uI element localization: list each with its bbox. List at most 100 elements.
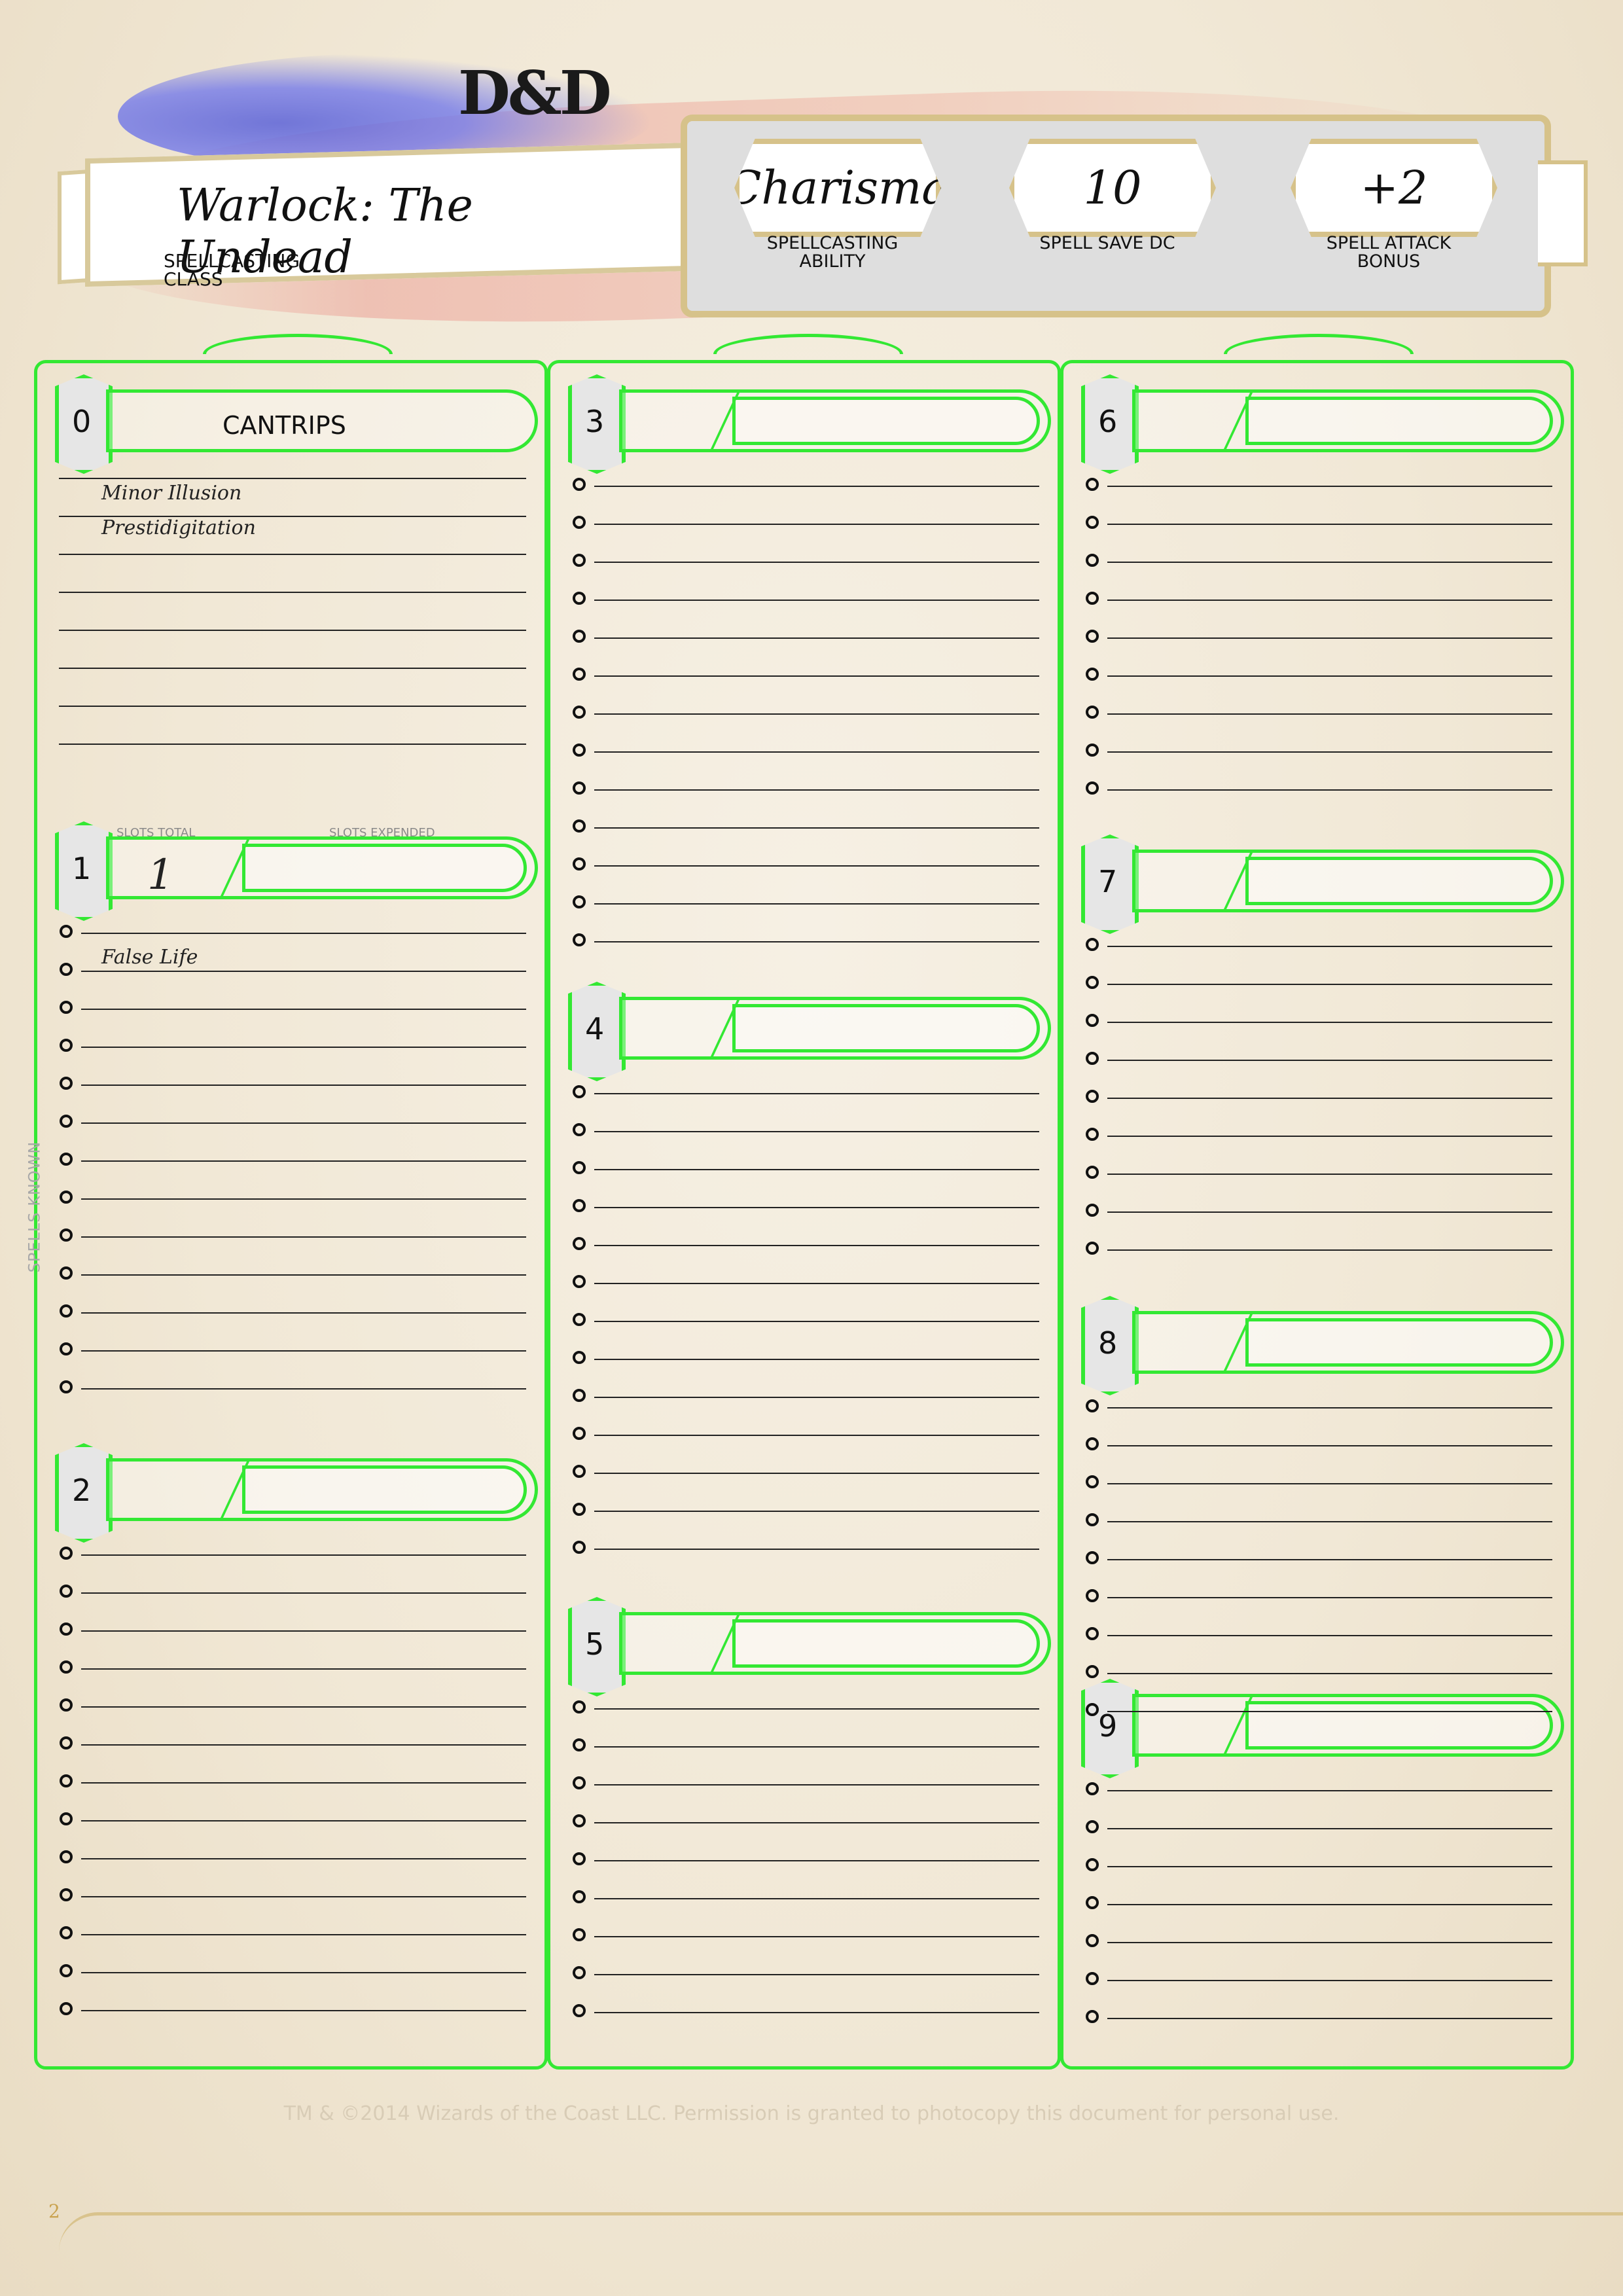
spell-entry-line[interactable] [59, 744, 526, 745]
spell-entry-line[interactable] [59, 554, 526, 555]
spell-entry-line[interactable] [1107, 1098, 1552, 1099]
spell-entry-line[interactable] [594, 751, 1039, 753]
prepared-bubble[interactable] [1086, 938, 1099, 951]
spell-entry-line[interactable] [81, 1009, 526, 1010]
prepared-bubble[interactable] [1086, 744, 1099, 757]
spell-entry-line[interactable] [594, 675, 1039, 677]
prepared-bubble[interactable] [1086, 1513, 1099, 1526]
spell-entry-line[interactable] [59, 706, 526, 707]
prepared-bubble[interactable] [1086, 1242, 1099, 1255]
prepared-bubble[interactable] [60, 1850, 73, 1863]
prepared-bubble[interactable] [573, 1465, 586, 1478]
prepared-bubble[interactable] [60, 1736, 73, 1749]
prepared-bubble[interactable] [573, 554, 586, 567]
spell-entry-line[interactable] [1107, 1022, 1552, 1023]
prepared-bubble[interactable] [1086, 1820, 1099, 1833]
spell-entry-line[interactable] [594, 865, 1039, 867]
prepared-bubble[interactable] [573, 1541, 586, 1554]
prepared-bubble[interactable] [1086, 1782, 1099, 1795]
prepared-bubble[interactable] [573, 1085, 586, 1098]
spell-entry-line[interactable] [1107, 1673, 1552, 1674]
prepared-bubble[interactable] [60, 1153, 73, 1166]
spell-entry-line[interactable] [594, 1860, 1039, 1861]
prepared-bubble[interactable] [573, 1852, 586, 1865]
spell-entry-line[interactable] [594, 1898, 1039, 1899]
spell-entry-line[interactable] [81, 1122, 526, 1124]
spell-entry-line[interactable] [1107, 1711, 1552, 1712]
level-1-slots-expended-field[interactable] [242, 844, 527, 892]
spell-entry-line[interactable] [81, 1047, 526, 1048]
spell-entry-line[interactable] [81, 1160, 526, 1162]
prepared-bubble[interactable] [573, 744, 586, 757]
spell-entry-line[interactable] [59, 478, 526, 479]
prepared-bubble[interactable] [1086, 1204, 1099, 1217]
prepared-bubble[interactable] [1086, 668, 1099, 681]
prepared-bubble[interactable] [1086, 478, 1099, 491]
spell-entry-line[interactable] [1107, 1174, 1552, 1175]
prepared-bubble[interactable] [1086, 1090, 1099, 1103]
prepared-bubble[interactable] [60, 1926, 73, 1939]
prepared-bubble[interactable] [60, 1191, 73, 1204]
spell-entry-line[interactable] [594, 713, 1039, 715]
spell-entry-line[interactable] [594, 637, 1039, 639]
prepared-bubble[interactable] [1086, 592, 1099, 605]
prepared-bubble[interactable] [60, 1115, 73, 1128]
prepared-bubble[interactable] [60, 2002, 73, 2015]
prepared-bubble[interactable] [573, 895, 586, 908]
spell-entry-line[interactable] [1107, 1211, 1552, 1213]
prepared-bubble[interactable] [1086, 1475, 1099, 1488]
spell-entry-line[interactable] [81, 1744, 526, 1746]
spell-entry-line[interactable] [594, 1169, 1039, 1170]
spell-save-dc-field[interactable]: 10 [1009, 139, 1216, 237]
prepared-bubble[interactable] [573, 2004, 586, 2017]
prepared-bubble[interactable] [1086, 1627, 1099, 1640]
prepared-bubble[interactable] [573, 592, 586, 605]
prepared-bubble[interactable] [573, 1123, 586, 1136]
spell-entry-line[interactable] [1107, 1249, 1552, 1251]
spell-entry-line[interactable] [594, 486, 1039, 487]
prepared-bubble[interactable] [1086, 706, 1099, 719]
prepared-bubble[interactable] [573, 1890, 586, 1903]
spell-entry-line[interactable] [1107, 675, 1552, 677]
spell-entry-line[interactable] [81, 1554, 526, 1556]
spell-entry-line[interactable] [1107, 1407, 1552, 1408]
spell-entry-line[interactable] [1107, 1866, 1552, 1867]
spell-entry-line[interactable] [594, 1784, 1039, 1785]
prepared-bubble[interactable] [573, 1313, 586, 1326]
spell-entry-line[interactable] [1107, 1559, 1552, 1560]
level-8-slots-expended-field[interactable] [1245, 1318, 1553, 1367]
level-5-slots-expended-field[interactable] [732, 1619, 1040, 1668]
spell-entry-line[interactable] [81, 1198, 526, 1200]
spell-entry-line[interactable] [1107, 562, 1552, 563]
spell-entry-line[interactable] [1107, 1060, 1552, 1061]
spell-entry-line[interactable] [1107, 524, 1552, 525]
spell-entry-line[interactable] [1107, 1790, 1552, 1791]
prepared-bubble[interactable] [1086, 976, 1099, 989]
prepared-bubble[interactable] [573, 1700, 586, 1713]
prepared-bubble[interactable] [60, 1698, 73, 1712]
spell-entry-line[interactable] [81, 1085, 526, 1086]
spell-entry-line[interactable] [594, 1435, 1039, 1436]
prepared-bubble[interactable] [573, 478, 586, 491]
prepared-bubble[interactable] [1086, 2010, 1099, 2023]
spell-entry-line[interactable] [594, 562, 1039, 563]
prepared-bubble[interactable] [573, 857, 586, 870]
level-2-slots-expended-field[interactable] [242, 1465, 527, 1514]
level-6-slots-expended-field[interactable] [1245, 397, 1553, 445]
spell-entry-line[interactable] [1107, 984, 1552, 985]
prepared-bubble[interactable] [60, 1812, 73, 1825]
spell-entry-line[interactable] [594, 1321, 1039, 1322]
spell-entry-line[interactable] [594, 1359, 1039, 1360]
spell-entry-line[interactable] [594, 1207, 1039, 1208]
prepared-bubble[interactable] [573, 516, 586, 529]
spell-entry-line[interactable] [1107, 486, 1552, 487]
level-3-slots-expended-field[interactable] [732, 397, 1040, 445]
spell-entry-line[interactable] [81, 933, 526, 934]
spell-entry-line[interactable] [1107, 1521, 1552, 1522]
prepared-bubble[interactable] [60, 963, 73, 976]
prepared-bubble[interactable] [60, 1039, 73, 1052]
spell-entry-line[interactable] [1107, 1136, 1552, 1137]
prepared-bubble[interactable] [573, 668, 586, 681]
spell-entry-line[interactable] [594, 1473, 1039, 1474]
prepared-bubble[interactable] [573, 1389, 586, 1402]
